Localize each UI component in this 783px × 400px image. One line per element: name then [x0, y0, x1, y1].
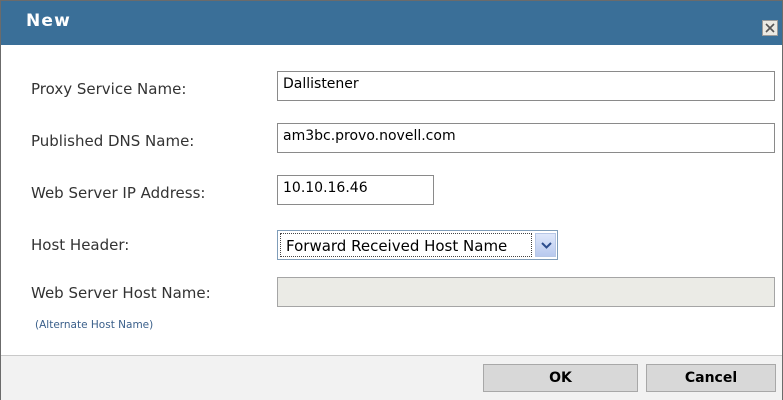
published-dns-name-input[interactable]: am3bc.provo.novell.com: [277, 123, 775, 153]
close-icon[interactable]: [762, 20, 778, 36]
published-dns-name-label: Published DNS Name:: [31, 132, 195, 150]
proxy-service-name-input[interactable]: Dallistener: [277, 71, 775, 101]
cancel-button[interactable]: Cancel: [646, 364, 776, 392]
new-dialog: New Proxy Service Name: Dallistener Publ…: [0, 0, 783, 400]
web-server-ip-input[interactable]: 10.10.16.46: [277, 175, 434, 205]
host-header-selected-value: Forward Received Host Name: [280, 233, 532, 257]
chevron-down-icon[interactable]: [535, 233, 556, 257]
host-header-label: Host Header:: [31, 236, 130, 254]
web-server-host-name-label: Web Server Host Name:: [31, 284, 211, 302]
dialog-title-bar: New: [1, 1, 782, 45]
dialog-footer: OK Cancel: [1, 355, 782, 400]
proxy-service-name-label: Proxy Service Name:: [31, 80, 187, 98]
web-server-host-name-input: [277, 277, 775, 307]
web-server-ip-label: Web Server IP Address:: [31, 184, 206, 202]
alternate-host-name-link[interactable]: (Alternate Host Name): [35, 319, 153, 331]
host-header-select[interactable]: Forward Received Host Name: [277, 230, 558, 260]
ok-button[interactable]: OK: [483, 364, 638, 392]
dialog-title: New: [26, 11, 72, 31]
